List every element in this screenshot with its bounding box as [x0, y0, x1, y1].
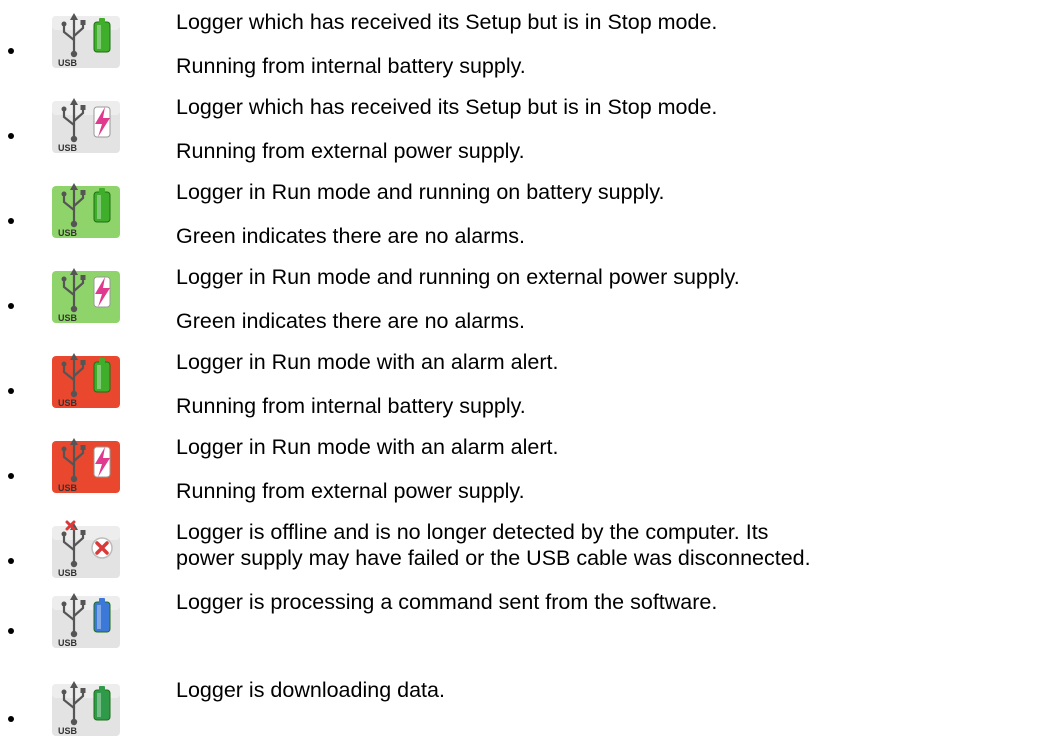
legend-text-line: Green indicates there are no alarms.: [176, 224, 525, 248]
battery-terminal: [99, 598, 105, 603]
bullet: [8, 388, 14, 394]
usb-symbol-node: [80, 105, 86, 110]
usb-label-mark: USB: [58, 58, 78, 68]
usb-symbol-node: [80, 20, 86, 25]
usb-offline-icon: USB: [52, 520, 122, 580]
legend-text-line: Green indicates there are no alarms.: [176, 309, 525, 333]
legend-text-line: Running from internal battery supply.: [176, 54, 526, 78]
legend-text-line: Logger which has received its Setup but …: [176, 95, 718, 119]
usb-external-power-run-icon: USB: [52, 265, 122, 325]
usb-symbol-node: [80, 688, 86, 693]
usb-symbol-base: [70, 135, 78, 143]
usb-processing-icon: USB: [52, 590, 122, 650]
legend-text-line: Running from external power supply.: [176, 479, 525, 503]
status-icon-legend: USB Logger which has received its Setup …: [0, 0, 1045, 754]
battery-shine: [97, 693, 101, 717]
usb-symbol-node: [80, 600, 86, 605]
battery-indicator: [93, 601, 111, 633]
usb-external-power-stop-icon: USB: [52, 95, 122, 155]
usb-battery-stop-icon: USB: [52, 10, 122, 70]
battery-shine: [97, 195, 101, 219]
bullet: [8, 558, 14, 564]
usb-downloading-icon: USB: [52, 678, 122, 738]
usb-symbol-node: [80, 360, 86, 365]
bullet: [8, 716, 14, 722]
usb-symbol-node: [61, 21, 67, 27]
legend-text-line: Running from external power supply.: [176, 139, 525, 163]
usb-symbol-node: [61, 531, 67, 537]
usb-label-mark: USB: [58, 483, 78, 493]
usb-battery-alarm-icon: USB: [52, 350, 122, 410]
legend-text-line: Running from internal battery supply.: [176, 394, 526, 418]
usb-symbol-base: [70, 50, 78, 58]
battery-indicator: [93, 191, 111, 223]
legend-text-line: power supply may have failed or the USB …: [176, 546, 811, 570]
bullet: [8, 628, 14, 634]
usb-symbol-node: [61, 191, 67, 197]
bullet: [8, 303, 14, 309]
battery-terminal: [99, 188, 105, 193]
usb-symbol-node: [61, 276, 67, 282]
usb-symbol-base: [70, 718, 78, 726]
usb-symbol-base: [70, 560, 78, 568]
legend-text-line: Logger which has received its Setup but …: [176, 10, 718, 34]
usb-external-power-alarm-icon: USB: [52, 435, 122, 495]
battery-terminal: [99, 686, 105, 691]
battery-shine: [97, 605, 101, 629]
usb-symbol-node: [61, 689, 67, 695]
bullet: [8, 218, 14, 224]
battery-indicator: [93, 361, 111, 393]
usb-battery-run-icon: USB: [52, 180, 122, 240]
usb-label-mark: USB: [58, 638, 78, 648]
usb-symbol-node: [61, 106, 67, 112]
usb-label-mark: USB: [58, 568, 78, 578]
usb-symbol-base: [70, 305, 78, 313]
battery-indicator: [93, 689, 111, 721]
battery-terminal: [99, 358, 105, 363]
usb-symbol-node: [80, 275, 86, 280]
usb-label-mark: USB: [58, 313, 78, 323]
usb-symbol-node: [80, 530, 86, 535]
legend-text-line: Logger in Run mode with an alarm alert.: [176, 435, 559, 459]
usb-symbol-node: [61, 446, 67, 452]
legend-text-line: Logger in Run mode with an alarm alert.: [176, 350, 559, 374]
usb-label-mark: USB: [58, 228, 78, 238]
legend-text-line: Logger is downloading data.: [176, 678, 445, 702]
usb-symbol-node: [80, 445, 86, 450]
usb-symbol-node: [61, 601, 67, 607]
usb-symbol-node: [61, 361, 67, 367]
usb-symbol-base: [70, 630, 78, 638]
usb-symbol-base: [70, 475, 78, 483]
legend-text-line: Logger is offline and is no longer detec…: [176, 520, 769, 544]
usb-symbol-base: [70, 390, 78, 398]
usb-label-mark: USB: [58, 398, 78, 408]
legend-text-line: Logger is processing a command sent from…: [176, 590, 718, 614]
usb-symbol-node: [80, 190, 86, 195]
battery-shine: [97, 365, 101, 389]
battery-terminal: [99, 18, 105, 23]
battery-shine: [97, 25, 101, 49]
bullet: [8, 473, 14, 479]
battery-indicator: [93, 21, 111, 53]
legend-text-line: Logger in Run mode and running on extern…: [176, 265, 740, 289]
usb-label-mark: USB: [58, 726, 78, 736]
usb-label-mark: USB: [58, 143, 78, 153]
usb-symbol-base: [70, 220, 78, 228]
bullet: [8, 48, 14, 54]
legend-text-line: Logger in Run mode and running on batter…: [176, 180, 665, 204]
bullet: [8, 133, 14, 139]
